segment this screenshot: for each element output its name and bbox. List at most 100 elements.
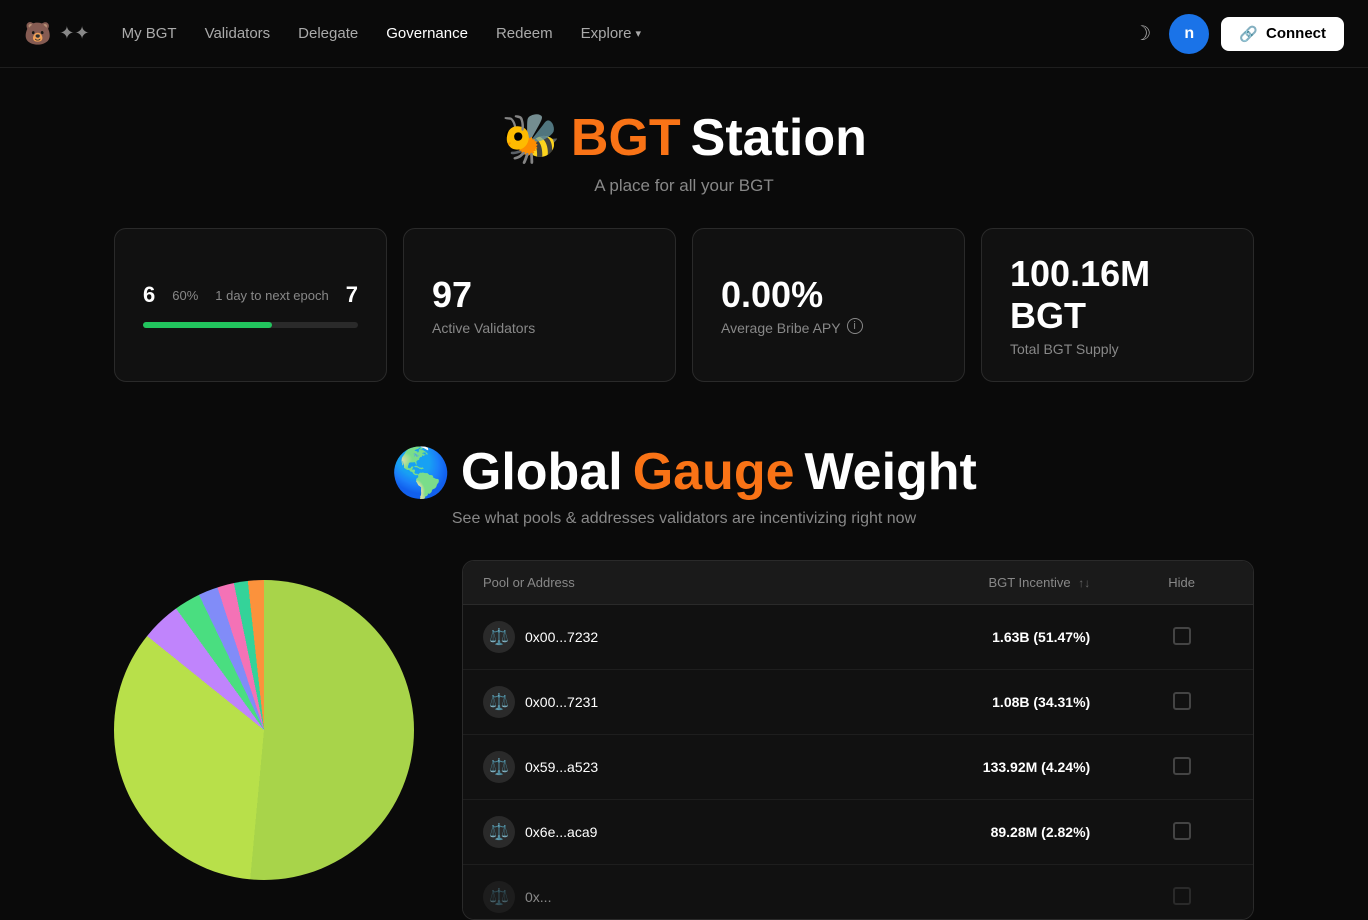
total-supply-label: Total BGT Supply [1010, 341, 1225, 357]
incentive-cell-1: 1.63B (51.47%) [795, 605, 1110, 670]
table-row: ⚖️ 0x00...7232 1.63B (51.47%) [463, 605, 1253, 670]
hide-cell-3 [1110, 735, 1253, 800]
stats-row: 6 60% 1 day to next epoch 7 97 Active Va… [114, 228, 1254, 382]
validators-label: Active Validators [432, 320, 647, 336]
nav-governance[interactable]: Governance [386, 25, 468, 42]
bribe-apy-value: 0.00% [721, 274, 936, 316]
nav-validators[interactable]: Validators [205, 25, 271, 42]
incentive-cell-4: 89.28M (2.82%) [795, 800, 1110, 865]
navbar: 🐻 ✦✦ My BGT Validators Delegate Governan… [0, 0, 1368, 68]
sort-icon: ↑↓ [1078, 576, 1090, 590]
epoch-progress-bar [143, 322, 358, 328]
bribe-apy-card: 0.00% Average Bribe APY i [692, 228, 965, 382]
nav-left: 🐻 ✦✦ My BGT Validators Delegate Governan… [24, 21, 641, 47]
theme-toggle-button[interactable]: ☽ [1127, 15, 1157, 52]
nav-my-bgt[interactable]: My BGT [122, 25, 177, 42]
pool-icon-1: ⚖️ [483, 621, 515, 653]
chevron-down-icon: ▾ [636, 27, 642, 40]
hide-cell-4 [1110, 800, 1253, 865]
pool-address-2[interactable]: 0x00...7231 [525, 694, 598, 710]
hero-subtitle: A place for all your BGT [501, 176, 867, 196]
bee-emoji: 🐝 [501, 110, 561, 167]
col-pool-header: Pool or Address [463, 561, 795, 605]
pool-address-3[interactable]: 0x59...a523 [525, 759, 598, 775]
hide-cell-5 [1110, 865, 1253, 920]
main-content: 🐝 BGT Station A place for all your BGT 6… [0, 68, 1368, 920]
table-header: Pool or Address BGT Incentive ↑↓ Hide [463, 561, 1253, 605]
logo-bear-icon: 🐻 [24, 21, 51, 47]
globe-emoji: 🌎 [391, 444, 451, 501]
epoch-progress-fill [143, 322, 272, 328]
nav-logo: 🐻 ✦✦ [24, 21, 90, 47]
pool-cell-1: ⚖️ 0x00...7232 [463, 605, 795, 670]
station-text: Station [691, 108, 867, 168]
pool-cell-inner-4: ⚖️ 0x6e...aca9 [483, 816, 775, 848]
nav-redeem[interactable]: Redeem [496, 25, 553, 42]
connect-icon: 🔗 [1239, 25, 1258, 43]
total-supply-value: 100.16M BGT [1010, 253, 1225, 337]
pool-address-4[interactable]: 0x6e...aca9 [525, 824, 597, 840]
nav-delegate[interactable]: Delegate [298, 25, 358, 42]
gauge-content: Pool or Address BGT Incentive ↑↓ Hide [114, 560, 1254, 920]
col-incentive-header[interactable]: BGT Incentive ↑↓ [795, 561, 1110, 605]
epoch-top: 6 60% 1 day to next epoch 7 [143, 282, 358, 308]
pool-icon-3: ⚖️ [483, 751, 515, 783]
bribe-apy-info-icon[interactable]: i [847, 318, 863, 334]
gauge-global-text: Global [461, 442, 623, 502]
hide-checkbox-3[interactable] [1173, 757, 1191, 775]
hide-checkbox-5[interactable] [1173, 887, 1191, 905]
gauge-title: 🌎 Global Gauge Weight [20, 442, 1348, 502]
nav-explore[interactable]: Explore ▾ [581, 25, 641, 42]
pie-foreign [114, 580, 414, 880]
gauge-section: 🌎 Global Gauge Weight See what pools & a… [20, 442, 1348, 920]
hide-checkbox-1[interactable] [1173, 627, 1191, 645]
incentive-cell-5 [795, 865, 1110, 920]
incentive-cell-3: 133.92M (4.24%) [795, 735, 1110, 800]
table-body: ⚖️ 0x00...7232 1.63B (51.47%) [463, 605, 1253, 920]
hide-checkbox-4[interactable] [1173, 822, 1191, 840]
gauge-subtitle: See what pools & addresses validators ar… [20, 510, 1348, 528]
pool-address-1[interactable]: 0x00...7232 [525, 629, 598, 645]
epoch-days-label: 1 day to next epoch [215, 288, 328, 303]
table-row: ⚖️ 0x6e...aca9 89.28M (2.82%) [463, 800, 1253, 865]
nav-explore-label: Explore [581, 25, 632, 42]
pool-cell-inner-3: ⚖️ 0x59...a523 [483, 751, 775, 783]
gauge-table: Pool or Address BGT Incentive ↑↓ Hide [463, 561, 1253, 920]
pool-cell-inner-1: ⚖️ 0x00...7232 [483, 621, 775, 653]
hide-checkbox-2[interactable] [1173, 692, 1191, 710]
connect-button[interactable]: 🔗 Connect [1221, 17, 1344, 51]
epoch-card: 6 60% 1 day to next epoch 7 [114, 228, 387, 382]
pool-cell-2: ⚖️ 0x00...7231 [463, 670, 795, 735]
pool-cell-3: ⚖️ 0x59...a523 [463, 735, 795, 800]
table-row: ⚖️ 0x00...7231 1.08B (34.31%) [463, 670, 1253, 735]
gauge-word-text: Gauge [633, 442, 795, 502]
validators-value: 97 [432, 274, 647, 316]
epoch-percent: 60% [172, 288, 198, 303]
hero-title: 🐝 BGT Station [501, 108, 867, 168]
pool-cell-5: ⚖️ 0x... [463, 865, 795, 920]
nav-right: ☽ n 🔗 Connect [1127, 14, 1344, 54]
bribe-apy-label-row: Average Bribe APY i [721, 316, 936, 336]
pool-cell-4: ⚖️ 0x6e...aca9 [463, 800, 795, 865]
logo-dots-icon: ✦✦ [59, 23, 89, 44]
table-header-row: Pool or Address BGT Incentive ↑↓ Hide [463, 561, 1253, 605]
nav-links: My BGT Validators Delegate Governance Re… [122, 25, 641, 42]
hide-cell-2 [1110, 670, 1253, 735]
gauge-table-wrapper[interactable]: Pool or Address BGT Incentive ↑↓ Hide [462, 560, 1254, 920]
pool-icon-2: ⚖️ [483, 686, 515, 718]
pie-chart-svg [114, 580, 414, 880]
notification-icon-button[interactable]: n [1169, 14, 1209, 54]
notification-icon: n [1184, 25, 1194, 43]
gauge-weight-text: Weight [805, 442, 977, 502]
pool-address-5[interactable]: 0x... [525, 889, 551, 905]
total-supply-card: 100.16M BGT Total BGT Supply [981, 228, 1254, 382]
incentive-cell-2: 1.08B (34.31%) [795, 670, 1110, 735]
hero-section: 🐝 BGT Station A place for all your BGT [501, 108, 867, 196]
pool-cell-inner-5: ⚖️ 0x... [483, 881, 775, 913]
bgt-text: BGT [571, 108, 681, 168]
pie-chart [114, 580, 414, 880]
table-row: ⚖️ 0x59...a523 133.92M (4.24%) [463, 735, 1253, 800]
table-row: ⚖️ 0x... [463, 865, 1253, 920]
col-hide-header: Hide [1110, 561, 1253, 605]
pool-icon-4: ⚖️ [483, 816, 515, 848]
